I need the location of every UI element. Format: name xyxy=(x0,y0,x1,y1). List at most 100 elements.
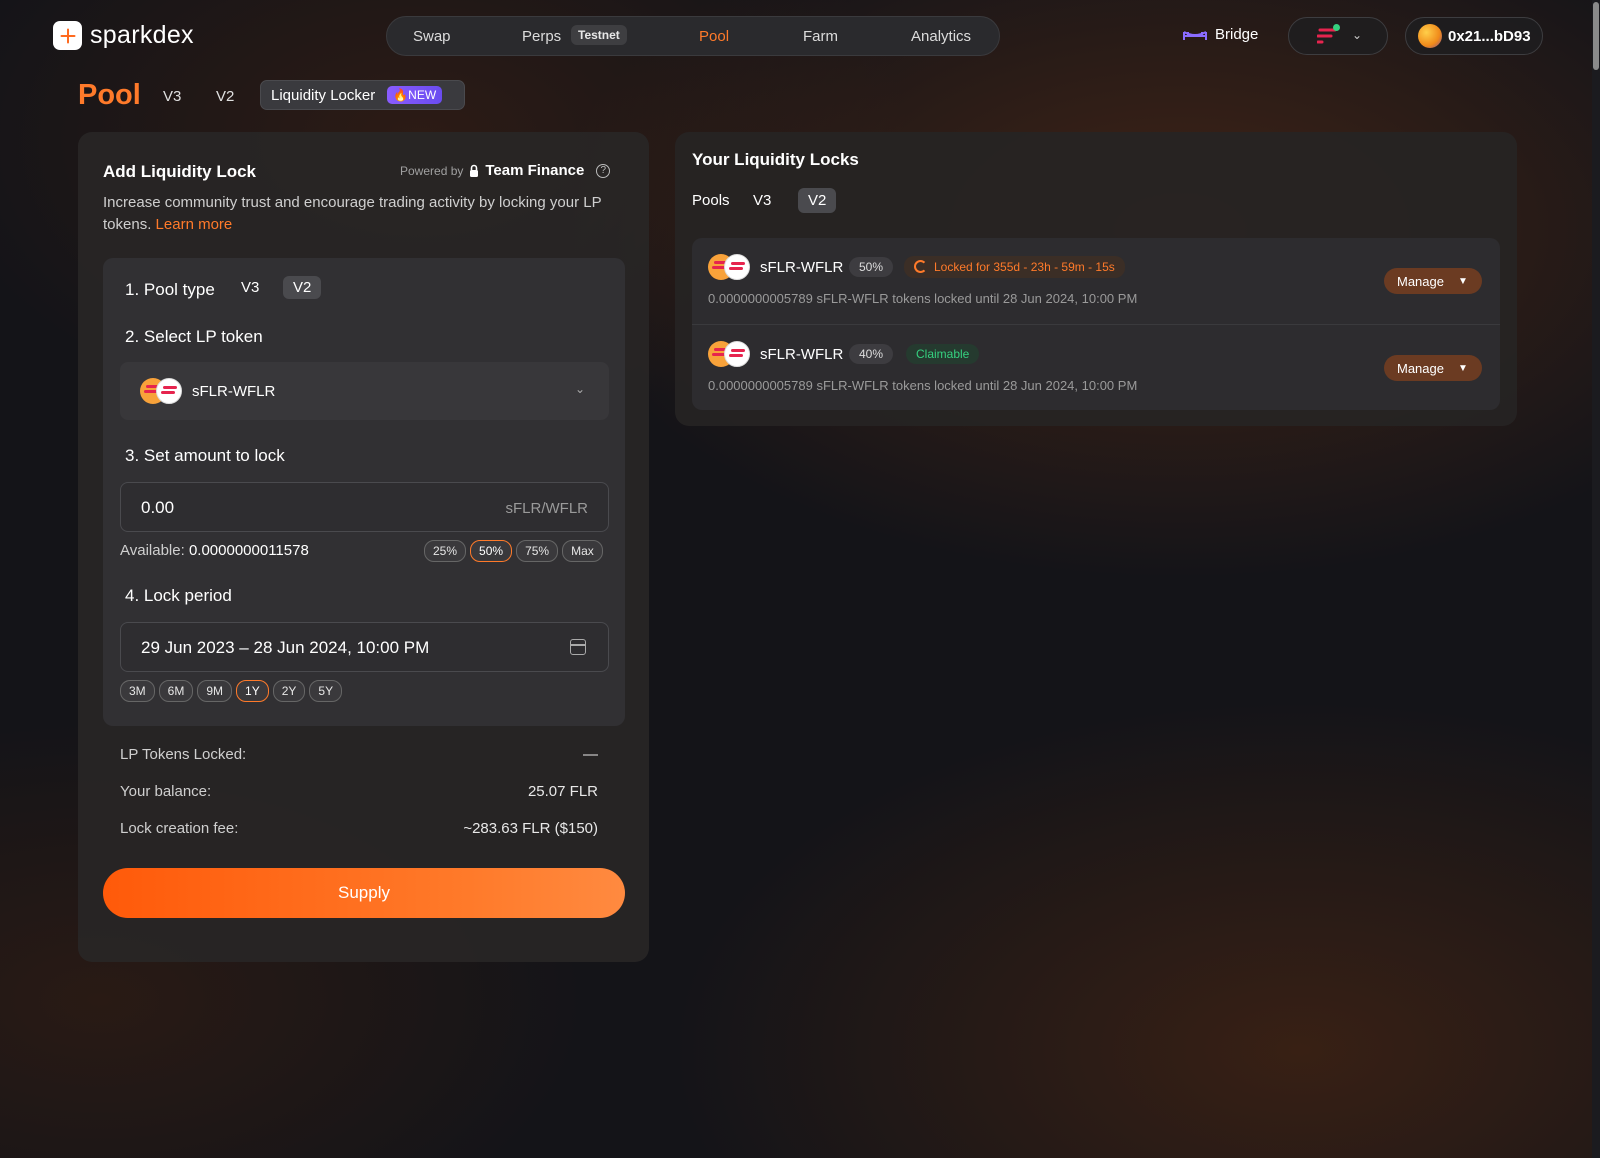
token-pair-icon xyxy=(708,341,750,367)
pool-type-v2[interactable]: V2 xyxy=(283,276,322,299)
nav-perps[interactable]: Perps xyxy=(522,28,561,45)
amount-chip-50[interactable]: 50% xyxy=(470,540,513,562)
token-pair-icon xyxy=(708,254,750,280)
network-status-dot xyxy=(1333,24,1340,31)
nav-farm[interactable]: Farm xyxy=(803,28,838,45)
your-liquidity-locks-panel: Your Liquidity Locks Pools V3 V2 sFLR-WF… xyxy=(675,132,1517,426)
chevron-down-icon: ▼ xyxy=(1457,362,1468,374)
amount-unit: sFLR/WFLR xyxy=(505,500,589,517)
bridge-icon xyxy=(1183,30,1207,40)
chevron-down-icon: ▼ xyxy=(1457,275,1468,287)
new-badge: 🔥NEW xyxy=(387,86,443,104)
supply-button[interactable]: Supply xyxy=(103,868,625,918)
lock-pair-name: sFLR-WFLR xyxy=(760,259,844,276)
lp-tokens-locked-label: LP Tokens Locked: xyxy=(120,746,247,763)
lock-detail: 0.0000000005789 sFLR-WFLR tokens locked … xyxy=(708,378,1138,393)
lock-period-input[interactable]: 29 Jun 2023 – 28 Jun 2024, 10:00 PM xyxy=(120,622,609,672)
learn-more-link[interactable]: Learn more xyxy=(156,216,233,233)
lp-token-select[interactable]: sFLR-WFLR ⌄ xyxy=(120,362,609,420)
chevron-down-icon: ⌄ xyxy=(574,382,585,396)
add-liquidity-lock-panel: Add Liquidity Lock Powered by Team Finan… xyxy=(78,132,649,962)
step-lock-period: 4. Lock period xyxy=(125,586,232,605)
logo-text: sparkdex xyxy=(90,21,194,49)
token-pair-icon xyxy=(140,378,182,404)
chevron-down-icon: ⌄ xyxy=(1352,28,1363,42)
period-chip-3m[interactable]: 3M xyxy=(120,680,155,702)
lock-pair-name: sFLR-WFLR xyxy=(760,346,844,363)
manage-label: Manage xyxy=(1397,273,1444,289)
lock-row: sFLR-WFLR 40% Claimable 0.0000000005789 … xyxy=(692,324,1500,410)
lock-status-badge: Claimable xyxy=(906,344,980,364)
tab-v3[interactable]: V3 xyxy=(163,88,181,105)
wallet-button[interactable]: 0x21...bD93 xyxy=(1405,17,1543,55)
tab-liquidity-locker[interactable]: Liquidity Locker 🔥NEW xyxy=(260,80,465,110)
lock-percent-badge: 40% xyxy=(849,344,894,364)
fee-value: ~283.63 FLR ($150) xyxy=(463,820,598,837)
amount-input[interactable]: 0.00 sFLR/WFLR xyxy=(120,482,609,532)
manage-label: Manage xyxy=(1397,360,1444,376)
avatar xyxy=(1418,24,1442,48)
step-select-lp: 2. Select LP token xyxy=(125,327,263,346)
lock-detail: 0.0000000005789 sFLR-WFLR tokens locked … xyxy=(708,291,1138,306)
available-balance: Available: 0.0000000011578 xyxy=(120,542,309,559)
network-selector[interactable]: ⌄ xyxy=(1288,17,1388,55)
locks-tab-v3[interactable]: V3 xyxy=(743,188,781,213)
team-finance-name[interactable]: Team Finance xyxy=(485,162,584,179)
available-value: 0.0000000011578 xyxy=(188,542,309,559)
locks-tab-v2[interactable]: V2 xyxy=(798,188,837,213)
nav-swap[interactable]: Swap xyxy=(413,28,451,45)
lp-tokens-locked-row: LP Tokens Locked: — xyxy=(120,746,598,763)
lock-status-badge: Locked for 355d - 23h - 59m - 15s xyxy=(904,256,1125,278)
lock-timer-icon xyxy=(914,260,927,273)
amount-chips: 25% 50% 75% Max xyxy=(424,540,603,562)
sparkdex-logo-icon xyxy=(53,21,82,50)
add-lock-description: Increase community trust and encourage t… xyxy=(103,192,623,236)
manage-button[interactable]: Manage ▼ xyxy=(1384,355,1482,381)
period-chip-1y[interactable]: 1Y xyxy=(236,680,269,702)
nav-pool[interactable]: Pool xyxy=(699,28,729,45)
sparkdex-logo[interactable]: sparkdex xyxy=(53,21,194,50)
balance-row: Your balance: 25.07 FLR xyxy=(120,783,598,800)
calendar-icon[interactable] xyxy=(570,639,586,655)
lock-percent-badge: 50% xyxy=(849,257,894,277)
amount-value: 0.00 xyxy=(141,498,175,517)
amount-chip-75[interactable]: 75% xyxy=(516,540,559,562)
help-icon[interactable]: ? xyxy=(596,163,611,178)
step-set-amount: 3. Set amount to lock xyxy=(125,446,285,465)
main-nav: Swap Perps Testnet Pool Farm Analytics xyxy=(386,16,1000,56)
balance-value: 25.07 FLR xyxy=(527,783,598,800)
lp-tokens-locked-value: — xyxy=(583,746,598,763)
period-chip-5y[interactable]: 5Y xyxy=(309,680,343,702)
testnet-badge: Testnet xyxy=(571,25,627,45)
lock-period-value: 29 Jun 2023 – 28 Jun 2024, 10:00 PM xyxy=(141,638,430,657)
bridge-link[interactable]: Bridge xyxy=(1183,26,1258,43)
amount-chip-max[interactable]: Max xyxy=(562,540,603,562)
lock-status-text: Locked for 355d - 23h - 59m - 15s xyxy=(934,260,1115,274)
team-finance-lock-icon xyxy=(470,164,479,177)
nav-analytics[interactable]: Analytics xyxy=(911,28,971,45)
tab-v2[interactable]: V2 xyxy=(216,88,234,105)
period-chips: 3M 6M 9M 1Y 2Y 5Y xyxy=(120,680,343,702)
step-pool-type: 1. Pool type xyxy=(125,280,215,299)
period-chip-9m[interactable]: 9M xyxy=(197,680,233,702)
fee-label: Lock creation fee: xyxy=(120,820,239,837)
pool-type-v3[interactable]: V3 xyxy=(231,276,269,299)
add-lock-title: Add Liquidity Lock xyxy=(103,162,256,181)
scrollbar-thumb[interactable] xyxy=(1593,2,1599,70)
period-chip-6m[interactable]: 6M xyxy=(158,680,194,702)
wallet-address: 0x21...bD93 xyxy=(1448,27,1531,45)
locks-tab-pools[interactable]: Pools xyxy=(682,188,740,213)
bridge-label: Bridge xyxy=(1215,26,1259,43)
balance-label: Your balance: xyxy=(120,783,212,800)
your-locks-title: Your Liquidity Locks xyxy=(692,150,859,169)
page-scrollbar[interactable] xyxy=(1592,0,1600,1158)
powered-by: Powered by Team Finance ? xyxy=(400,162,611,179)
powered-by-label: Powered by xyxy=(400,163,464,178)
page-title: Pool xyxy=(78,79,141,111)
amount-chip-25[interactable]: 25% xyxy=(424,540,467,562)
tab-liquidity-locker-label: Liquidity Locker xyxy=(271,86,376,104)
lock-row: sFLR-WFLR 50% Locked for 355d - 23h - 59… xyxy=(692,238,1500,324)
manage-button[interactable]: Manage ▼ xyxy=(1384,268,1482,294)
period-chip-2y[interactable]: 2Y xyxy=(272,680,306,702)
selected-lp-token: sFLR-WFLR xyxy=(192,382,276,400)
